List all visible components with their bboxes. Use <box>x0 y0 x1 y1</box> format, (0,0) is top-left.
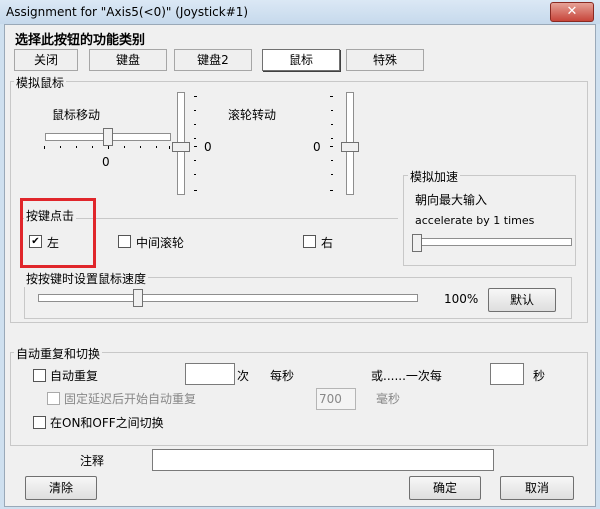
tab-keyboard2[interactable]: 键盘2 <box>174 49 252 71</box>
cancel-button[interactable]: 取消 <box>500 476 574 500</box>
auto-repeat-checkbox[interactable] <box>33 369 46 382</box>
right-click-label: 右 <box>321 236 334 250</box>
clear-button[interactable]: 清除 <box>25 476 97 500</box>
speed-group-label: 按按键时设置鼠标速度 <box>24 270 149 287</box>
mouse-group-label: 模拟鼠标 <box>14 74 67 91</box>
mouse-move-slider-thumb[interactable] <box>103 128 113 146</box>
note-label: 注释 <box>80 454 105 468</box>
accel-slider[interactable] <box>414 238 572 246</box>
per-second-label: 每秒 <box>270 369 295 383</box>
middle-click-checkbox[interactable] <box>118 235 131 248</box>
default-speed-button[interactable]: 默认 <box>488 288 556 312</box>
right-click-checkbox[interactable] <box>303 235 316 248</box>
accel-group-label: 模拟加速 <box>408 168 461 185</box>
seconds-label: 秒 <box>533 369 546 383</box>
window-title: Assignment for "Axis5(<0)" (Joystick#1) <box>6 5 249 19</box>
toggle-checkbox[interactable] <box>33 416 46 429</box>
tick <box>194 174 196 175</box>
times-label: 次 <box>237 369 250 383</box>
tick <box>331 110 333 111</box>
tick <box>76 146 77 148</box>
repeat-seconds-input[interactable] <box>490 363 524 385</box>
auto-repeat-label: 自动重复 <box>50 369 99 383</box>
repeat-group-label: 自动重复和切换 <box>14 345 103 362</box>
tick <box>108 146 109 149</box>
tab-special[interactable]: 特殊 <box>346 49 424 71</box>
repeat-count-input[interactable] <box>185 363 235 385</box>
tick <box>330 146 333 147</box>
tab-keyboard[interactable]: 键盘 <box>89 49 167 71</box>
tick <box>194 160 196 161</box>
tick <box>194 124 196 125</box>
delay-ms-input[interactable]: 700 <box>316 388 356 410</box>
category-heading: 选择此按钮的功能类别 <box>15 33 146 48</box>
tick <box>194 138 196 139</box>
tab-mouse[interactable]: 鼠标 <box>262 49 340 71</box>
tick <box>330 190 333 191</box>
mouse-move-label: 鼠标移动 <box>52 108 101 122</box>
tick <box>194 110 196 111</box>
speed-slider[interactable] <box>38 294 418 302</box>
mouse-vertical-slider-thumb[interactable] <box>172 142 190 152</box>
delay-label: 固定延迟后开始自动重复 <box>64 392 197 406</box>
tick <box>194 96 197 97</box>
tick <box>44 146 45 149</box>
highlight-annotation <box>20 198 96 268</box>
tick <box>330 96 333 97</box>
ok-button[interactable]: 确定 <box>409 476 481 500</box>
tick <box>331 124 333 125</box>
tick <box>169 146 170 149</box>
tab-off[interactable]: 关闭 <box>14 49 78 71</box>
tick <box>92 146 93 148</box>
mouse-move-value: 0 <box>102 155 110 169</box>
wheel-slider-thumb[interactable] <box>341 142 359 152</box>
accel-slider-thumb[interactable] <box>412 234 422 252</box>
wheel-value: 0 <box>313 140 321 154</box>
title-bar: Assignment for "Axis5(<0)" (Joystick#1) … <box>0 0 600 24</box>
tick <box>60 146 61 148</box>
toggle-label: 在ON和OFF之间切换 <box>50 416 164 430</box>
note-input[interactable] <box>152 449 494 471</box>
toward-max-label: 朝向最大输入 <box>415 193 488 207</box>
tick <box>156 146 157 148</box>
tick <box>331 138 333 139</box>
tick <box>331 160 333 161</box>
ms-label: 毫秒 <box>376 392 401 406</box>
speed-percent: 100% <box>444 292 479 306</box>
tick <box>194 146 197 147</box>
tick <box>124 146 125 148</box>
tick <box>194 190 197 191</box>
close-button[interactable]: ✕ <box>550 2 594 22</box>
tick <box>331 174 333 175</box>
wheel-label: 滚轮转动 <box>228 108 277 122</box>
tick <box>140 146 141 148</box>
middle-click-label: 中间滚轮 <box>136 236 185 250</box>
mouse-vertical-value: 0 <box>204 140 212 154</box>
or-each-label: 或......一次每 <box>371 369 442 383</box>
speed-slider-thumb[interactable] <box>133 289 143 307</box>
accelerate-text: accelerate by 1 times <box>415 214 535 227</box>
delay-checkbox[interactable] <box>47 392 60 405</box>
